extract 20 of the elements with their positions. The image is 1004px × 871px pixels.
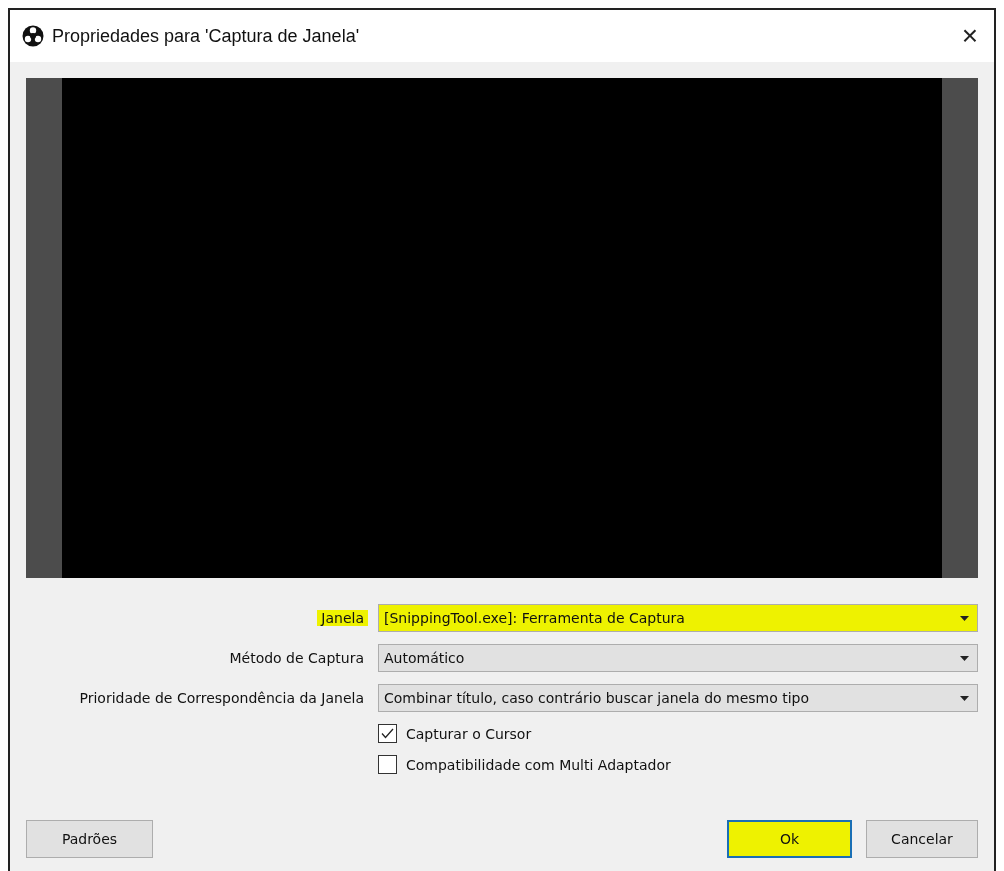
checkbox-label: Capturar o Cursor (406, 725, 532, 742)
checkbox-label: Compatibilidade com Multi Adaptador (406, 756, 671, 773)
field-label: Prioridade de Correspondência da Janela (78, 690, 365, 706)
ok-button[interactable]: Ok (727, 820, 852, 858)
field-label: Método de Captura (228, 650, 365, 666)
window-title: Propriedades para 'Captura de Janela' (52, 25, 361, 47)
checkbox[interactable] (378, 755, 397, 774)
checkbox[interactable] (378, 724, 397, 743)
field-label: Janela (317, 610, 368, 626)
close-button[interactable]: × (957, 22, 982, 50)
app-logo-icon (22, 25, 44, 47)
caret-icon (960, 615, 969, 621)
dropdown[interactable]: Automático (378, 644, 978, 672)
dropdown[interactable]: Combinar título, caso contrário buscar janela do mesmo tipo (378, 684, 978, 712)
caret-icon (960, 695, 969, 701)
defaults-button[interactable]: Padrões (26, 820, 153, 858)
caret-icon (960, 655, 969, 661)
cancel-button[interactable]: Cancelar (866, 820, 978, 858)
check-icon (381, 728, 394, 739)
dropdown[interactable]: [SnippingTool.exe]: Ferramenta de Captura (378, 604, 978, 632)
